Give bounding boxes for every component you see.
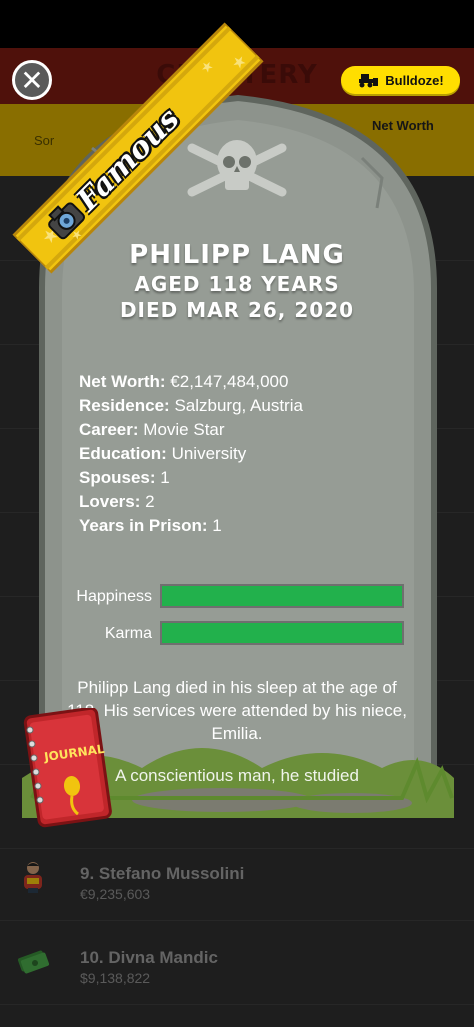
close-button[interactable]: ✕ bbox=[12, 60, 52, 100]
bulldozer-icon bbox=[359, 74, 379, 88]
bulldoze-label: Bulldoze! bbox=[385, 72, 444, 88]
detail-lovers: Lovers: 2 bbox=[79, 492, 155, 511]
detail-career: Career: Movie Star bbox=[79, 420, 225, 439]
death-date: DIED MAR 26, 2020 bbox=[119, 298, 355, 322]
bulldoze-button[interactable]: Bulldoze! bbox=[341, 66, 460, 94]
close-icon: ✕ bbox=[20, 63, 44, 97]
detail-spouses: Spouses: 1 bbox=[79, 468, 170, 487]
journal-button[interactable]: JOURNAL bbox=[22, 706, 112, 828]
detail-residence: Residence: Salzburg, Austria bbox=[79, 396, 303, 415]
details-list: Net Worth: €2,147,484,000 Residence: Sal… bbox=[79, 370, 439, 538]
deceased-age: AGED 118 YEARS bbox=[134, 272, 340, 296]
happiness-label: Happiness bbox=[76, 588, 152, 605]
karma-label: Karma bbox=[104, 625, 152, 642]
detail-education: Education: University bbox=[79, 444, 247, 463]
journal-book-icon bbox=[23, 706, 112, 828]
obituary-text: Philipp Lang died in his sleep at the ag… bbox=[67, 678, 407, 743]
detail-prison: Years in Prison: 1 bbox=[79, 516, 222, 535]
happiness-meter bbox=[160, 584, 404, 608]
obituary-more: A conscientious man, he studied bbox=[115, 766, 359, 785]
karma-meter bbox=[160, 621, 404, 645]
detail-networth: Net Worth: €2,147,484,000 bbox=[79, 372, 289, 391]
